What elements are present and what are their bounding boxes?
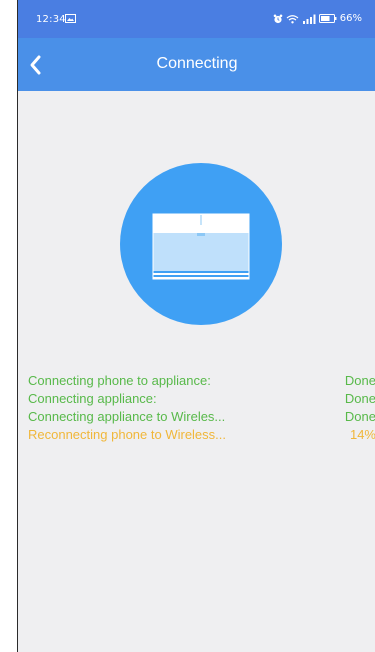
step-label: Reconnecting phone to Wireless... [28, 427, 226, 442]
step-status: 14% [349, 427, 375, 442]
cellular-signal-icon [302, 14, 316, 24]
progress-step-active: Reconnecting phone to Wireless... 14% [28, 426, 375, 444]
step-status: Done [344, 409, 375, 424]
status-time: 12:34 [36, 14, 66, 25]
progress-step: Connecting phone to appliance: Done [28, 372, 375, 390]
appliance-illustration [120, 163, 282, 325]
air-conditioner-icon [152, 213, 250, 280]
status-right-group: 66% [273, 13, 362, 24]
progress-step: Connecting appliance: Done [28, 390, 375, 408]
phone-frame: 12:34 66% Connecting Connecting phone to… [0, 0, 375, 652]
step-label: Connecting phone to appliance: [28, 373, 211, 388]
wifi-icon [286, 14, 299, 23]
step-status: Done [344, 373, 375, 388]
step-status: Done [344, 391, 375, 406]
step-label: Connecting appliance to Wireles... [28, 409, 226, 424]
connection-progress-list: Connecting phone to appliance: Done Conn… [28, 372, 375, 444]
gallery-notification-icon [65, 14, 76, 23]
status-bar: 12:34 66% [18, 0, 375, 38]
app-screen: 12:34 66% Connecting Connecting phone to… [17, 0, 375, 652]
step-label: Connecting appliance: [28, 391, 157, 406]
progress-step: Connecting appliance to Wireles... Done [28, 408, 375, 426]
battery-icon [318, 14, 337, 23]
battery-percent: 66% [339, 13, 362, 24]
navigation-bar: Connecting [18, 38, 375, 91]
alarm-icon [273, 14, 283, 23]
page-title: Connecting [156, 55, 238, 72]
